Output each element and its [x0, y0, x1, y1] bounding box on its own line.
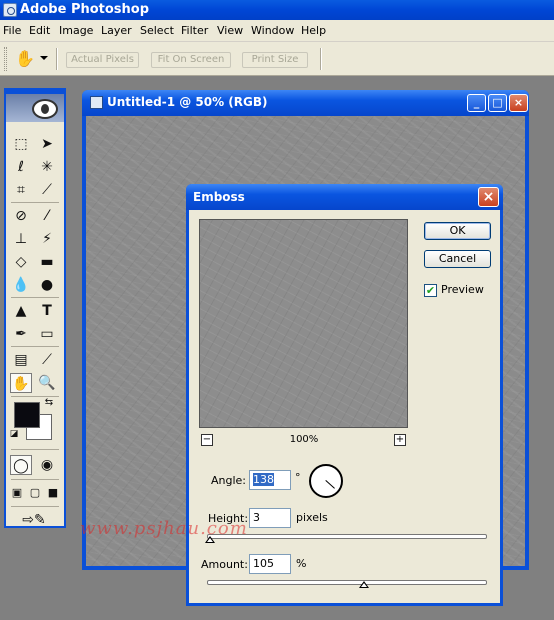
- height-slider-track[interactable]: [207, 534, 487, 539]
- document-icon: [90, 96, 103, 109]
- menu-image[interactable]: Image: [59, 24, 93, 37]
- amount-unit: %: [296, 557, 307, 570]
- notes-tool-icon[interactable]: ▤: [10, 350, 32, 370]
- history-brush-icon[interactable]: ⚡: [36, 229, 58, 249]
- jump-to-imageready-icon[interactable]: ⇨✎: [10, 510, 58, 530]
- brush-tool-icon[interactable]: ⁄: [36, 206, 58, 226]
- actual-pixels-button[interactable]: Actual Pixels: [66, 52, 139, 68]
- eyedropper-icon[interactable]: ⟋: [36, 350, 58, 370]
- photoshop-icon: [3, 3, 17, 17]
- angle-value: 138: [253, 473, 274, 486]
- menu-file[interactable]: File: [3, 24, 21, 37]
- ok-button[interactable]: OK: [424, 222, 491, 240]
- amount-slider-thumb[interactable]: [358, 581, 369, 588]
- zoom-level: 100%: [289, 434, 319, 445]
- slice-tool-icon[interactable]: ⟋: [36, 180, 58, 200]
- path-selection-icon[interactable]: ▲: [10, 301, 32, 321]
- hand-icon[interactable]: ✋: [14, 49, 36, 69]
- quick-mask-icon[interactable]: ◉: [36, 455, 58, 475]
- dialog-close-button[interactable]: ×: [478, 187, 499, 207]
- separator: [11, 506, 59, 507]
- angle-input[interactable]: 138: [249, 470, 291, 490]
- fit-on-screen-button[interactable]: Fit On Screen: [151, 52, 231, 68]
- screen-mode-menubar-icon[interactable]: ▢: [26, 483, 44, 503]
- eye-logo-icon: [32, 99, 58, 119]
- amount-slider-track[interactable]: [207, 580, 487, 585]
- angle-dial[interactable]: [309, 464, 343, 498]
- preview-checkbox[interactable]: ✔: [424, 284, 437, 297]
- swap-colors-icon[interactable]: ⇆: [42, 396, 56, 410]
- separator: [11, 202, 59, 203]
- amount-label: Amount:: [201, 558, 248, 571]
- pen-tool-icon[interactable]: ✒: [10, 324, 32, 344]
- degree-unit: °: [295, 471, 301, 484]
- zoom-out-button[interactable]: −: [201, 434, 213, 446]
- menu-window[interactable]: Window: [251, 24, 294, 37]
- crop-tool-icon[interactable]: ⌗: [10, 180, 32, 200]
- height-input[interactable]: 3: [249, 508, 291, 528]
- chevron-down-icon[interactable]: [40, 56, 48, 60]
- toolbox: ⬚ ➤ ℓ ✳ ⌗ ⟋ ⊘ ⁄ ⊥ ⚡ ◇ ▬ 💧 ● ▲ T ✒ ▭ ▤ ⟋ …: [4, 88, 66, 528]
- toolbar-grip[interactable]: [4, 47, 7, 71]
- cancel-button[interactable]: Cancel: [424, 250, 491, 268]
- foreground-color-swatch[interactable]: [14, 402, 40, 428]
- separator: [11, 449, 59, 450]
- options-bar: ✋ Actual Pixels Fit On Screen Print Size: [0, 42, 554, 76]
- marquee-tool-icon[interactable]: ⬚: [10, 134, 32, 154]
- eraser-tool-icon[interactable]: ◇: [10, 252, 32, 272]
- move-tool-icon[interactable]: ➤: [36, 134, 58, 154]
- dialog-title-bar[interactable]: Emboss ×: [186, 184, 503, 210]
- type-tool-icon[interactable]: T: [36, 301, 58, 321]
- watermark: www.psjhau.com: [80, 518, 248, 539]
- menu-filter[interactable]: Filter: [181, 24, 208, 37]
- separator: [320, 48, 322, 70]
- screen-mode-full-icon[interactable]: ■: [44, 483, 62, 503]
- emboss-dialog: Emboss × − 100% + OK Cancel ✔ Preview An…: [186, 184, 503, 606]
- print-size-button[interactable]: Print Size: [242, 52, 308, 68]
- separator: [56, 48, 58, 70]
- app-title: Adobe Photoshop: [20, 2, 150, 17]
- close-button[interactable]: ×: [509, 94, 528, 112]
- separator: [11, 297, 59, 298]
- lasso-tool-icon[interactable]: ℓ: [10, 157, 32, 177]
- gradient-tool-icon[interactable]: ▬: [36, 252, 58, 272]
- preview-label: Preview: [441, 283, 484, 296]
- menu-bar: File Edit Image Layer Select Filter View…: [0, 20, 554, 42]
- menu-help[interactable]: Help: [301, 24, 326, 37]
- zoom-tool-icon[interactable]: 🔍: [36, 373, 58, 393]
- toolbox-header: [6, 94, 64, 122]
- document-title-bar[interactable]: Untitled-1 @ 50% (RGB) _ □ ×: [82, 90, 529, 116]
- separator: [11, 346, 59, 347]
- filter-preview[interactable]: [199, 219, 408, 428]
- app-title-bar: Adobe Photoshop: [0, 0, 554, 20]
- document-title: Untitled-1 @ 50% (RGB): [107, 95, 268, 109]
- angle-label: Angle:: [211, 474, 247, 487]
- height-unit: pixels: [296, 511, 328, 524]
- minimize-button[interactable]: _: [467, 94, 486, 112]
- menu-layer[interactable]: Layer: [101, 24, 132, 37]
- menu-edit[interactable]: Edit: [29, 24, 50, 37]
- healing-brush-icon[interactable]: ⊘: [10, 206, 32, 226]
- default-colors-icon[interactable]: ◪: [8, 428, 20, 440]
- dialog-title: Emboss: [193, 190, 245, 204]
- standard-mode-icon[interactable]: ◯: [10, 455, 32, 475]
- dodge-tool-icon[interactable]: ●: [36, 275, 58, 295]
- maximize-button[interactable]: □: [488, 94, 507, 112]
- shape-tool-icon[interactable]: ▭: [36, 324, 58, 344]
- blur-tool-icon[interactable]: 💧: [10, 275, 32, 295]
- zoom-in-button[interactable]: +: [394, 434, 406, 446]
- magic-wand-icon[interactable]: ✳: [36, 157, 58, 177]
- separator: [11, 479, 59, 480]
- screen-mode-standard-icon[interactable]: ▣: [8, 483, 26, 503]
- stamp-tool-icon[interactable]: ⊥: [10, 229, 32, 249]
- hand-tool-icon[interactable]: ✋: [10, 373, 32, 393]
- menu-view[interactable]: View: [217, 24, 243, 37]
- amount-input[interactable]: 105: [249, 554, 291, 574]
- menu-select[interactable]: Select: [140, 24, 174, 37]
